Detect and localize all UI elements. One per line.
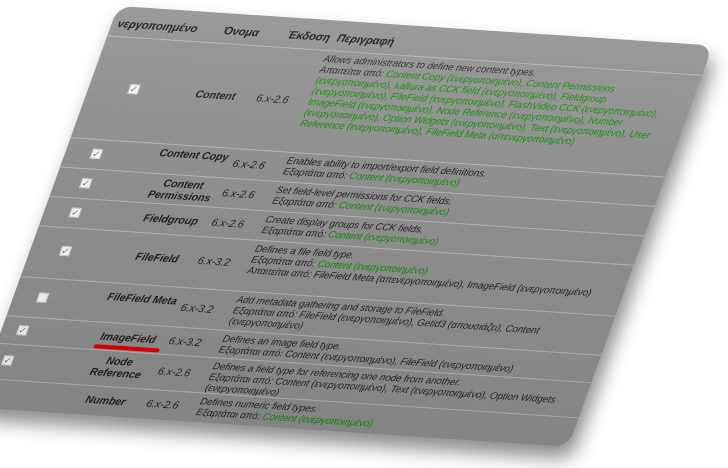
enable-checkbox[interactable]: ✓ xyxy=(0,355,15,366)
module-version: 6.x-2.6 xyxy=(254,92,291,107)
module-version: 6.x-2.6 xyxy=(230,158,267,172)
module-version: 6.x-3.2 xyxy=(166,335,204,350)
module-name: Content Permissions xyxy=(145,177,213,205)
module-version: 6.x-2.6 xyxy=(209,216,246,231)
module-name: Node Reference xyxy=(87,355,143,382)
module-name: Fieldgroup xyxy=(141,212,200,228)
module-name: FileField xyxy=(133,250,181,266)
module-name: FileField Meta xyxy=(105,291,179,308)
modules-table: νεργοποιημένο Όνομα Έκδοση Περιγραφή ✓ C… xyxy=(0,6,713,447)
module-name: Content xyxy=(193,88,238,103)
header-name[interactable]: Όνομα xyxy=(221,25,261,39)
enable-checkbox[interactable]: ✓ xyxy=(15,325,30,336)
enable-checkbox[interactable]: ✓ xyxy=(68,207,83,218)
module-name: Content Copy xyxy=(157,147,231,164)
header-version[interactable]: Έκδοση xyxy=(285,29,332,44)
enable-checkbox[interactable]: ✓ xyxy=(79,178,93,189)
module-version: 6.x-2.6 xyxy=(220,187,257,202)
module-version: 6.x-2.6 xyxy=(144,397,181,412)
module-version: 6.x-3.2 xyxy=(195,254,233,269)
module-version: 6.x-3.2 xyxy=(178,301,216,316)
enable-checkbox[interactable]: ✓ xyxy=(89,148,104,160)
screenshot-stage: νεργοποιημένο Όνομα Έκδοση Περιγραφή ✓ C… xyxy=(0,0,728,468)
enable-checkbox[interactable]: ✓ xyxy=(35,292,50,303)
module-version: 6.x-2.6 xyxy=(155,365,193,380)
header-description[interactable]: Περιγραφή xyxy=(335,33,396,49)
header-enabled[interactable]: νεργοποιημένο xyxy=(116,18,200,35)
module-name: Number xyxy=(83,393,128,409)
enable-checkbox[interactable]: ✓ xyxy=(127,84,141,95)
enable-checkbox[interactable]: ✓ xyxy=(58,245,73,257)
